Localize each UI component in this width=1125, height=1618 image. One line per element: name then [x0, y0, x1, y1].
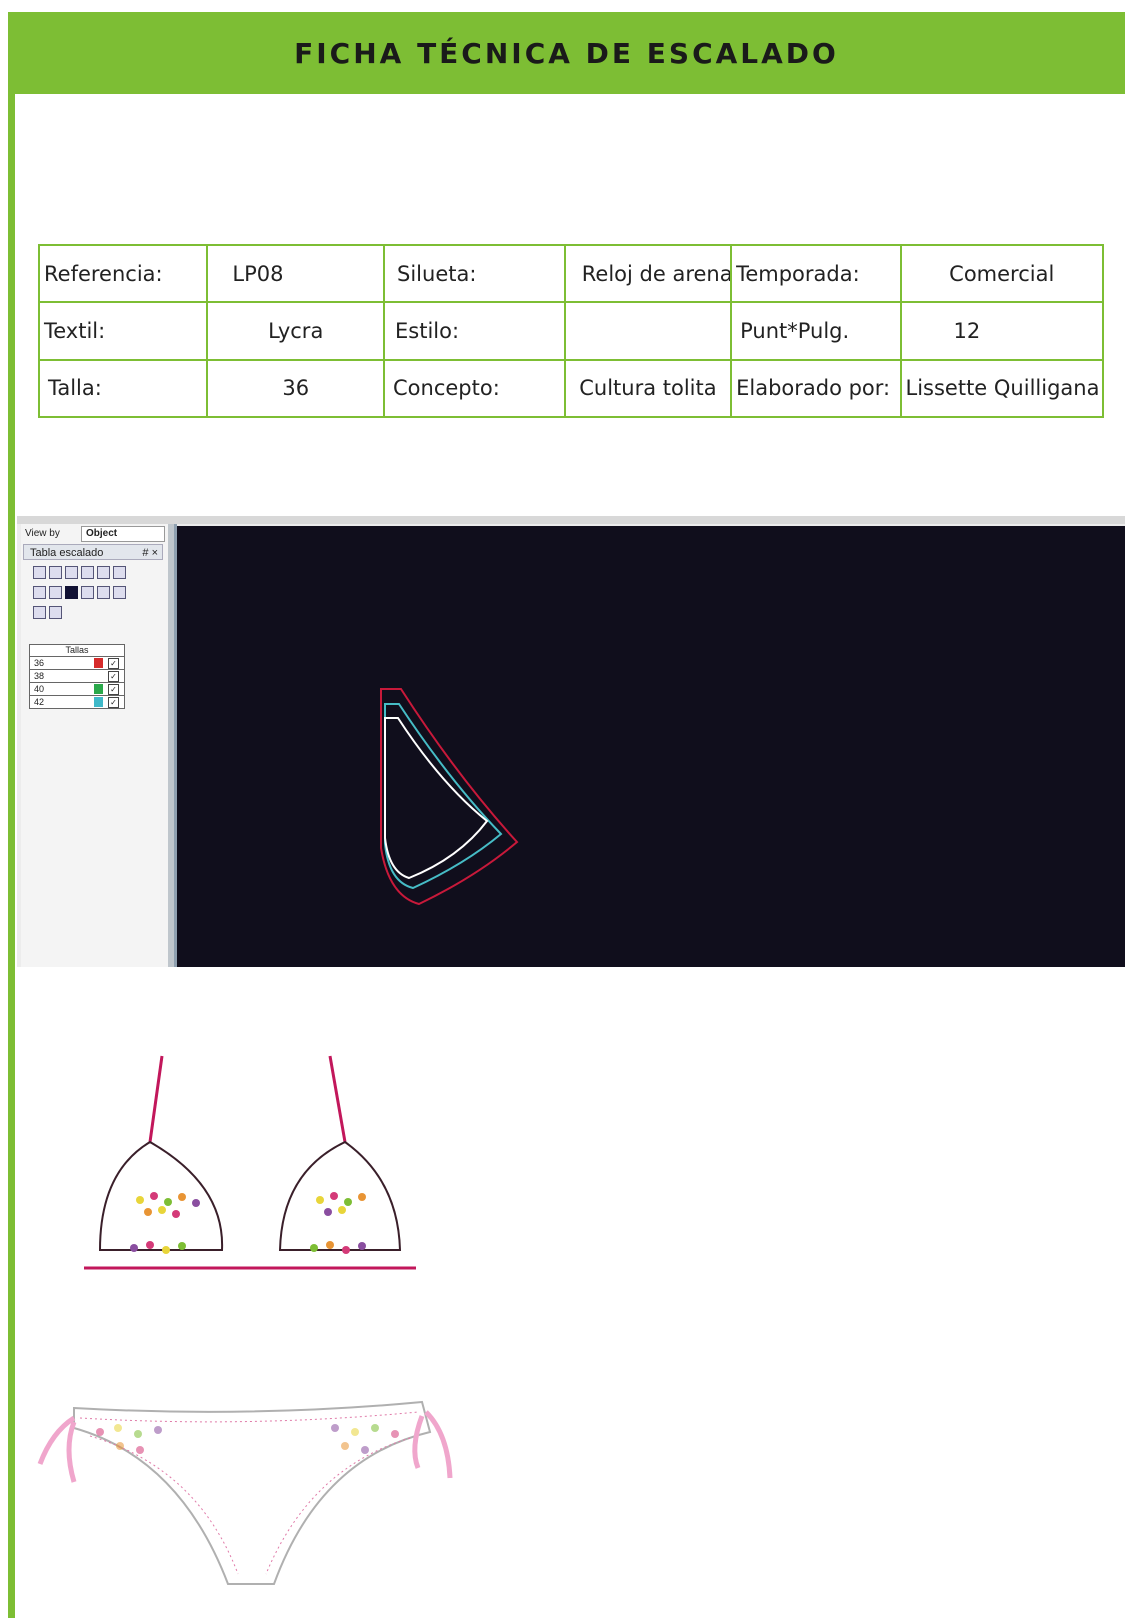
- tool-icon[interactable]: [49, 606, 62, 619]
- panel-title: Tabla escalado: [30, 547, 104, 559]
- value-referencia: LP08: [206, 243, 386, 304]
- label-elaborado: Elaborado por:: [730, 358, 902, 419]
- tool-icon[interactable]: [97, 566, 110, 579]
- page-title: FICHA TÉCNICA DE ESCALADO: [294, 36, 839, 70]
- pin-close-icons[interactable]: # ×: [142, 545, 158, 561]
- size-row[interactable]: 42 ✓: [29, 696, 125, 709]
- strap-left: [148, 1055, 164, 1143]
- tie-right: [412, 1410, 453, 1479]
- tool-icon[interactable]: [33, 586, 46, 599]
- label-referencia: Referencia:: [37, 243, 209, 304]
- size-checkbox[interactable]: ✓: [108, 684, 119, 695]
- label-textil: Textil:: [37, 301, 209, 361]
- value-elaborado: Lissette Quilligana: [899, 358, 1104, 419]
- value-temporada: Comercial: [899, 243, 1104, 304]
- tool-icon[interactable]: [65, 586, 78, 599]
- tool-icon[interactable]: [97, 586, 110, 599]
- tool-icon[interactable]: [49, 566, 62, 579]
- tool-icon[interactable]: [81, 586, 94, 599]
- size-color-swatch: [94, 697, 103, 707]
- cad-screenshot: View by Object Tabla escalado # × Tallas…: [17, 516, 1125, 967]
- label-concepto: Concepto:: [383, 358, 566, 419]
- grading-panel: View by Object Tabla escalado # × Tallas…: [21, 524, 169, 967]
- size-color-swatch: [94, 671, 103, 681]
- sizes-table: Tallas 36 ✓ 38 ✓ 40 ✓ 42 ✓: [29, 644, 125, 709]
- label-talla: Talla:: [37, 358, 209, 419]
- strap-right: [328, 1055, 347, 1143]
- view-by-label: View by: [25, 528, 60, 539]
- size-label: 36: [34, 658, 45, 668]
- tool-icon[interactable]: [33, 566, 46, 579]
- size-color-swatch: [94, 684, 103, 694]
- spec-row: Textil: Lycra Estilo: Punt*Pulg. 12: [37, 301, 1104, 361]
- cad-toolbar-strip: [17, 516, 1125, 524]
- size-label: 42: [34, 697, 45, 707]
- panel-title-bar: Tabla escalado # ×: [23, 544, 163, 560]
- pattern-outline-outer: [380, 688, 519, 906]
- tool-icon[interactable]: [49, 586, 62, 599]
- size-color-swatch: [94, 658, 103, 668]
- tool-icon[interactable]: [113, 586, 126, 599]
- tie-left: [37, 1415, 77, 1483]
- value-textil: Lycra: [206, 301, 386, 361]
- value-concepto: Cultura tolita: [563, 358, 733, 419]
- value-estilo: [563, 301, 733, 361]
- pattern-drawing: [380, 688, 519, 906]
- size-checkbox[interactable]: ✓: [108, 671, 119, 682]
- sizes-header: Tallas: [29, 644, 125, 657]
- size-label: 40: [34, 684, 45, 694]
- size-checkbox[interactable]: ✓: [108, 697, 119, 708]
- left-accent-bar: [8, 12, 15, 1618]
- tool-icon[interactable]: [81, 566, 94, 579]
- label-puntadas: Punt*Pulg.: [730, 301, 902, 361]
- value-talla: 36: [206, 358, 386, 419]
- cup-left: [98, 1140, 224, 1251]
- value-silueta: Reloj de arena: [563, 243, 733, 304]
- bikini-bottom-illustration: [37, 1400, 453, 1585]
- label-estilo: Estilo:: [383, 301, 566, 361]
- size-row[interactable]: 38 ✓: [29, 670, 125, 683]
- size-row[interactable]: 36 ✓: [29, 657, 125, 670]
- spec-row: Talla: 36 Concepto: Cultura tolita Elabo…: [37, 358, 1104, 419]
- spec-row: Referencia: LP08 Silueta: Reloj de arena…: [37, 243, 1104, 304]
- label-silueta: Silueta:: [383, 243, 566, 304]
- value-puntadas: 12: [899, 301, 1104, 361]
- tool-icon[interactable]: [65, 566, 78, 579]
- page-header: FICHA TÉCNICA DE ESCALADO: [8, 12, 1125, 94]
- size-checkbox[interactable]: ✓: [108, 658, 119, 669]
- size-row[interactable]: 40 ✓: [29, 683, 125, 696]
- bikini-top-illustration: [84, 1055, 416, 1270]
- cup-right: [278, 1140, 402, 1251]
- label-temporada: Temporada:: [730, 243, 902, 304]
- spec-table: Referencia: LP08 Silueta: Reloj de arena…: [37, 243, 1104, 419]
- size-label: 38: [34, 671, 45, 681]
- tool-icon[interactable]: [113, 566, 126, 579]
- pattern-canvas[interactable]: [177, 526, 1125, 967]
- view-by-select[interactable]: Object: [81, 526, 165, 542]
- tool-icon[interactable]: [33, 606, 46, 619]
